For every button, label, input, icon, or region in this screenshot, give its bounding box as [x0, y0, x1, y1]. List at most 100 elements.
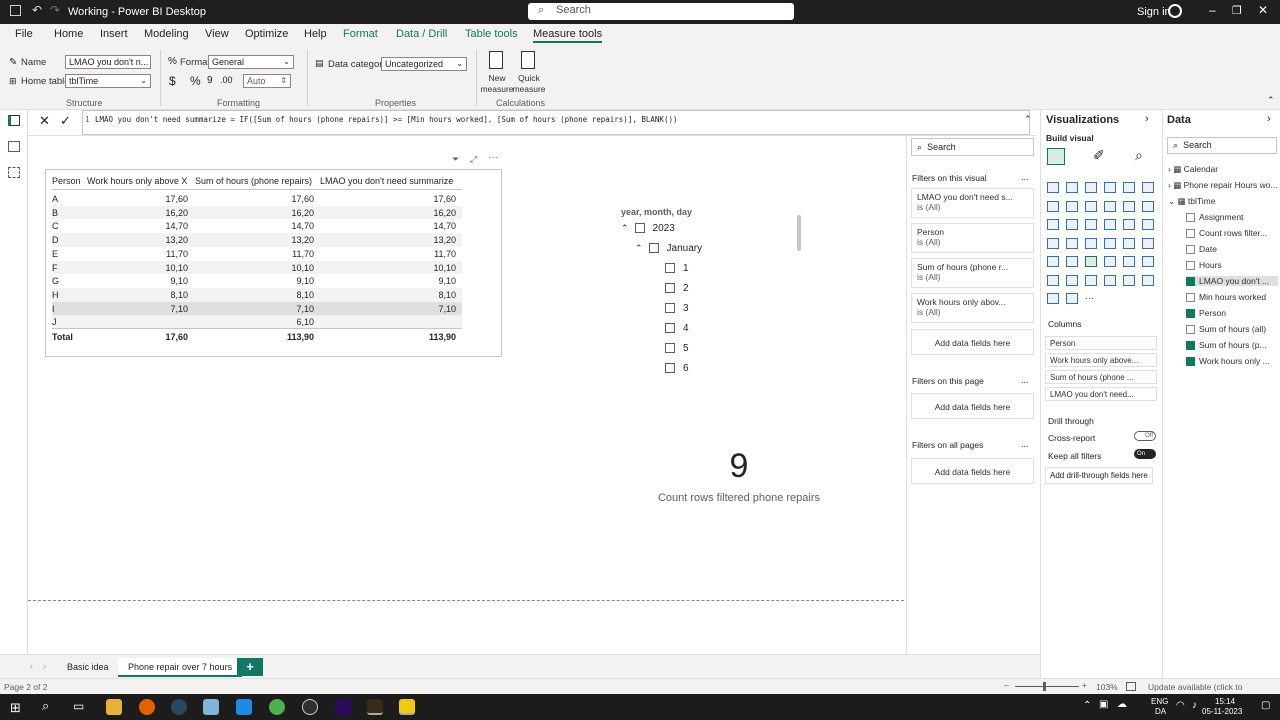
checkbox-icon[interactable]: [1186, 309, 1195, 319]
page-tab-phone-repair[interactable]: Phone repair over 7 hours: [118, 658, 243, 677]
filter-card-person[interactable]: Person is (All): [911, 223, 1034, 253]
global-search[interactable]: ⌕ Search: [528, 3, 794, 20]
cross-report-toggle[interactable]: Off: [1134, 431, 1156, 441]
tab-file[interactable]: File: [15, 28, 33, 40]
collapse-pane-icon[interactable]: ›: [1267, 113, 1271, 125]
file-explorer-icon[interactable]: [106, 699, 122, 715]
add-report-filter-well[interactable]: Add data fields here: [911, 458, 1034, 484]
pie-chart-icon[interactable]: [1104, 219, 1116, 230]
tray-region[interactable]: DA: [1155, 707, 1166, 716]
tray-icon[interactable]: ▣: [1099, 699, 1108, 710]
slicer-day-item[interactable]: 1: [665, 263, 689, 274]
analytics-icon[interactable]: ⌕: [1135, 147, 1143, 164]
donut-icon[interactable]: [1123, 219, 1135, 230]
table-icon[interactable]: [1085, 256, 1097, 267]
stacked-area-icon[interactable]: [1085, 200, 1097, 212]
field-item[interactable]: LMAO you don't ...: [1186, 276, 1278, 287]
tab-format[interactable]: Format: [343, 28, 378, 40]
more-options-icon[interactable]: ...: [1021, 172, 1029, 182]
slicer-month[interactable]: ⌃ January: [635, 243, 702, 254]
slicer-icon[interactable]: [1066, 256, 1078, 267]
filters-search[interactable]: ⌕ Search: [911, 138, 1034, 156]
commit-formula-icon[interactable]: ✓: [60, 113, 71, 129]
line-stacked-icon[interactable]: [1123, 200, 1135, 212]
stacked-column-icon[interactable]: [1066, 182, 1078, 193]
sign-in-link[interactable]: Sign in: [1137, 6, 1171, 18]
firefox-icon[interactable]: [139, 699, 155, 715]
matrix-icon[interactable]: [1104, 256, 1116, 267]
table-calendar[interactable]: › ▦ Calendar: [1168, 164, 1218, 175]
table-row[interactable]: I 7,10 7,10 7,10: [52, 301, 462, 316]
checkbox-icon[interactable]: [1186, 293, 1195, 303]
checkbox-icon[interactable]: [1186, 341, 1195, 351]
add-page-filter-well[interactable]: Add data fields here: [911, 393, 1034, 419]
prev-page-icon[interactable]: ‹: [30, 661, 33, 671]
percent-button[interactable]: %: [190, 74, 201, 88]
app-icon[interactable]: [203, 699, 219, 715]
page-tab-basic-idea[interactable]: Basic idea: [57, 658, 119, 677]
next-page-icon[interactable]: ›: [43, 661, 46, 671]
restore-icon[interactable]: ❐: [1232, 4, 1242, 17]
tray-chevron-icon[interactable]: ⌃: [1083, 700, 1091, 711]
checkbox-icon[interactable]: [1186, 277, 1195, 287]
multi-card-icon[interactable]: [1142, 237, 1154, 249]
azure-map-icon[interactable]: [1085, 237, 1097, 249]
zoom-slider-thumb[interactable]: [1043, 682, 1046, 691]
new-measure-button[interactable]: New measure: [480, 49, 514, 97]
decimal-places-field[interactable]: Auto ⇕: [243, 74, 291, 88]
field-item[interactable]: Min hours worked: [1186, 292, 1266, 303]
checkbox-icon[interactable]: [665, 343, 675, 354]
checkbox-icon[interactable]: [665, 283, 675, 294]
waterfall-icon[interactable]: [1047, 219, 1059, 230]
ribbon-chart-icon[interactable]: [1142, 200, 1154, 212]
quick-measure-button[interactable]: Quick measure: [512, 49, 546, 97]
chevron-down-icon[interactable]: ⌃: [621, 223, 629, 233]
filter-card-lmao[interactable]: LMAO you don't need s... is (All): [911, 188, 1034, 218]
vscode-icon[interactable]: [236, 699, 252, 715]
close-window-icon[interactable]: ✕: [1258, 3, 1268, 17]
redo-icon[interactable]: ↷: [50, 3, 60, 17]
fit-page-icon[interactable]: [1126, 682, 1136, 691]
checkbox-icon[interactable]: [1186, 325, 1195, 335]
formula-editor[interactable]: 1 LMAO you don't need summarize = IF([Su…: [82, 110, 1032, 135]
table-row[interactable]: H 8,10 8,10 8,10: [52, 287, 462, 302]
slicer-day-item[interactable]: 5: [665, 343, 689, 354]
obs-icon[interactable]: [302, 699, 318, 715]
save-icon[interactable]: [10, 5, 21, 16]
column-well-work-hours[interactable]: Work hours only above...: [1045, 353, 1157, 367]
table-row[interactable]: F 10,10 10,10 10,10: [52, 260, 462, 275]
volume-icon[interactable]: ♪: [1192, 700, 1197, 711]
tab-modeling[interactable]: Modeling: [144, 28, 189, 40]
table-row[interactable]: G 9,10 9,10 9,10: [52, 274, 462, 288]
map-icon[interactable]: [1047, 237, 1059, 249]
powerbi-icon[interactable]: [399, 699, 415, 715]
collapse-pane-icon[interactable]: ›: [1145, 113, 1149, 125]
paginated-icon[interactable]: [1123, 274, 1135, 286]
tab-table-tools[interactable]: Table tools: [465, 28, 518, 40]
home-table-select[interactable]: tblTime ⌄: [65, 74, 151, 88]
field-item[interactable]: Count rows filter...: [1186, 228, 1267, 239]
funnel-icon[interactable]: [1066, 219, 1078, 230]
currency-button[interactable]: $: [169, 74, 176, 88]
100-bar-icon[interactable]: [1123, 182, 1135, 193]
filter-icon[interactable]: ⏷: [452, 154, 459, 165]
card-visual[interactable]: 9 Count rows filtered phone repairs: [638, 446, 840, 516]
task-view-icon[interactable]: ▭: [73, 699, 84, 713]
more-options-icon[interactable]: ...: [1021, 439, 1029, 449]
table-row[interactable]: D 13,20 13,20 13,20: [52, 233, 462, 247]
field-item[interactable]: Date: [1186, 244, 1217, 255]
drill-through-well[interactable]: Add drill-through fields here: [1045, 467, 1153, 484]
chevron-down-icon[interactable]: ⌃: [635, 243, 643, 253]
slicer-day-item[interactable]: 3: [665, 303, 689, 314]
zoom-out-button[interactable]: –: [1004, 680, 1009, 690]
steam-icon[interactable]: [171, 699, 187, 715]
trophy-icon[interactable]: [1142, 274, 1154, 286]
data-category-select[interactable]: Uncategorized ⌄: [381, 57, 467, 71]
header-person[interactable]: Person: [52, 176, 81, 186]
comma-button[interactable]: 9: [207, 75, 213, 86]
checkbox-icon[interactable]: [648, 243, 659, 254]
chevron-up-icon[interactable]: ⌃: [1024, 114, 1032, 125]
name-field[interactable]: LMAO you don't n...: [65, 55, 151, 69]
checkbox-icon[interactable]: [1186, 245, 1195, 255]
tab-help[interactable]: Help: [304, 28, 327, 40]
